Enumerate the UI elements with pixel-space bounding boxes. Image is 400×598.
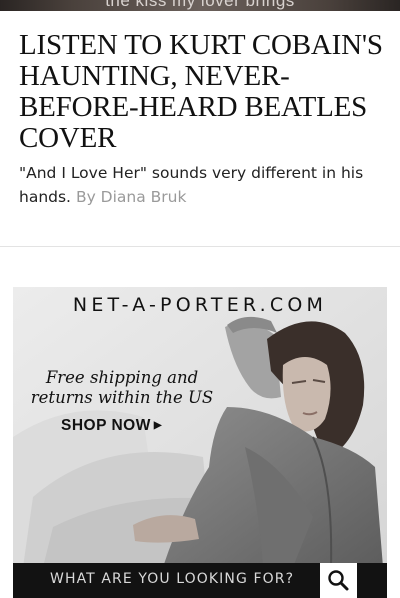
shop-now-button[interactable]: SHOP NOW ▶: [61, 417, 162, 435]
ad-search-button[interactable]: [320, 563, 357, 598]
ad-offer-text: Free shipping and returns within the US: [27, 368, 217, 408]
ad-offer-line-2: returns within the US: [30, 388, 214, 407]
ad-offer-line-1: Free shipping and: [45, 368, 199, 387]
caret-right-icon: ▶: [153, 420, 163, 431]
ad-search-bar[interactable]: WHAT ARE YOU LOOKING FOR?: [13, 563, 387, 598]
article-headline[interactable]: LISTEN TO KURT COBAIN'S HAUNTING, NEVER-…: [19, 30, 384, 154]
shop-now-label: SHOP NOW: [61, 417, 151, 434]
article-dek-text: "And I Love Her" sounds very different i…: [19, 164, 364, 206]
article-byline[interactable]: By Diana Bruk: [76, 188, 187, 206]
divider: [0, 246, 400, 247]
ad-search-prompt[interactable]: WHAT ARE YOU LOOKING FOR?: [50, 571, 294, 587]
net-a-porter-logo[interactable]: NET-A-PORTER.COM: [13, 294, 387, 316]
top-image-strip[interactable]: the kiss my lover brings: [0, 0, 400, 11]
advertisement[interactable]: NET-A-PORTER.COM Free shipping and retur…: [13, 287, 387, 598]
top-image-caption: the kiss my lover brings: [105, 0, 295, 10]
search-icon: [328, 570, 349, 591]
article-dek: "And I Love Her" sounds very different i…: [19, 161, 384, 209]
